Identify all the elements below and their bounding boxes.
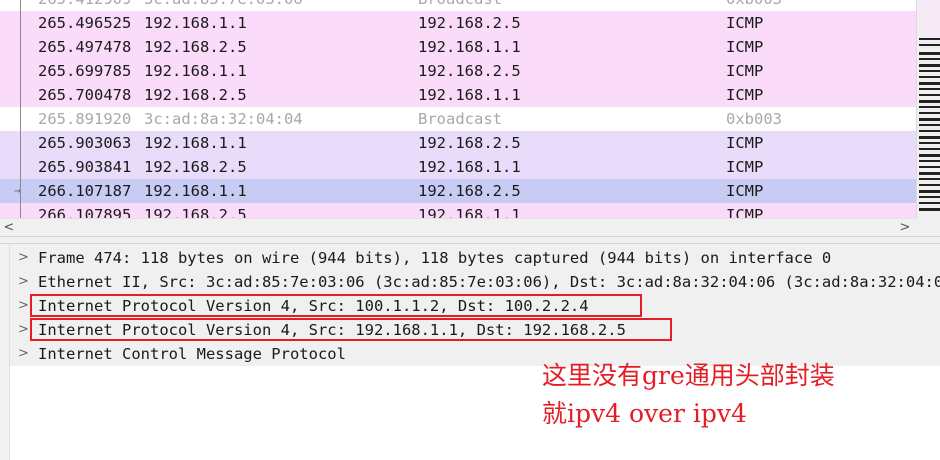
packet-destination-cell: Broadcast (418, 0, 502, 11)
packet-details-pane[interactable]: > Frame 474: 118 bytes on wire (944 bits… (0, 244, 940, 460)
packet-protocol-cell: 0xb003 (726, 0, 782, 11)
detail-row-label: Internet Control Message Protocol (38, 345, 346, 363)
packet-row[interactable]: 265.891920 3c:ad:8a:32:04:04 Broadcast 0xb0… (0, 107, 916, 131)
conversation-tree-line (20, 0, 21, 218)
packet-destination-cell: 192.168.1.1 (418, 38, 521, 56)
packet-source-cell: 192.168.2.5 (144, 38, 247, 56)
packet-time-cell: 265.903841 (38, 158, 132, 176)
pane-splitter[interactable] (0, 236, 940, 244)
packet-destination-cell: 192.168.2.5 (418, 182, 521, 200)
packet-row[interactable]: 265.700478 192.168.2.5 192.168.1.1 ICMP (0, 83, 916, 107)
packet-time-cell: 266.107895 (38, 206, 132, 218)
packet-time-cell: 265.412909 (38, 0, 131, 11)
detail-row-ipv4-outer[interactable]: > Internet Protocol Version 4, Src: 100.… (10, 294, 940, 318)
packet-source-cell: 192.168.2.5 (144, 86, 247, 104)
packet-protocol-cell: ICMP (726, 86, 764, 104)
packet-row[interactable]: 265.412909 3c:ad:85:7e:03:06 Broadcast 0xb0… (0, 0, 916, 11)
expand-chevron-icon[interactable]: > (18, 294, 29, 318)
packet-time-cell: 265.903063 (38, 134, 132, 152)
expand-chevron-icon[interactable]: > (18, 342, 29, 366)
packet-source-cell: 192.168.1.1 (144, 134, 247, 152)
packet-destination-cell: 192.168.1.1 (418, 86, 521, 104)
annotation-line-2: 就ipv4 over ipv4 (542, 399, 747, 428)
expand-chevron-icon[interactable]: > (18, 270, 29, 294)
annotation-line-1: 这里没有gre通用头部封装 (542, 361, 835, 390)
detail-row-label: Ethernet II, Src: 3c:ad:85:7e:03:06 (3c:… (38, 273, 940, 291)
packet-list-horizontal-scrollbar[interactable]: < > (0, 218, 916, 236)
packet-source-cell: 3c:ad:8a:32:04:04 (144, 110, 303, 128)
expand-chevron-icon[interactable]: > (18, 246, 29, 270)
packet-protocol-cell: ICMP (726, 134, 764, 152)
detail-row-ethernet[interactable]: > Ethernet II, Src: 3c:ad:85:7e:03:06 (3… (10, 270, 940, 294)
packet-row[interactable]: 265.699785 192.168.1.1 192.168.2.5 ICMP (0, 59, 916, 83)
scroll-right-icon[interactable]: > (896, 219, 914, 237)
packet-source-cell: 192.168.2.5 (144, 158, 247, 176)
packet-row[interactable]: 265.496525 192.168.1.1 192.168.2.5 ICMP (0, 11, 916, 35)
detail-row-frame[interactable]: > Frame 474: 118 bytes on wire (944 bits… (10, 246, 940, 270)
packet-time-cell: 265.891920 (38, 110, 132, 128)
packet-protocol-cell: ICMP (726, 206, 764, 218)
packet-destination-cell: 192.168.1.1 (418, 158, 521, 176)
packet-protocol-cell: ICMP (726, 14, 764, 32)
packet-row-selected[interactable]: 266.107187 192.168.1.1 192.168.2.5 ICMP → (0, 179, 916, 203)
packet-protocol-cell: ICMP (726, 182, 764, 200)
packet-source-cell: 192.168.1.1 (144, 14, 247, 32)
scroll-left-icon[interactable]: < (0, 219, 18, 237)
packet-destination-cell: 192.168.2.5 (418, 134, 521, 152)
packet-list[interactable]: 265.412909 3c:ad:85:7e:03:06 Broadcast 0xb0… (0, 0, 916, 218)
packet-row[interactable]: 265.903841 192.168.2.5 192.168.1.1 ICMP (0, 155, 916, 179)
packet-list-vertical-scrollbar[interactable] (916, 0, 940, 218)
packet-row[interactable]: 266.107895 192.168.2.5 192.168.1.1 ICMP (0, 203, 916, 218)
packet-destination-cell: 192.168.2.5 (418, 14, 521, 32)
packet-destination-cell: 192.168.2.5 (418, 62, 521, 80)
detail-row-ipv4-inner[interactable]: > Internet Protocol Version 4, Src: 192.… (10, 318, 940, 342)
packet-destination-cell: 192.168.1.1 (418, 206, 521, 218)
detail-row-label: Frame 474: 118 bytes on wire (944 bits),… (38, 249, 832, 267)
packet-row[interactable]: 265.903063 192.168.1.1 192.168.2.5 ICMP (0, 131, 916, 155)
packet-time-cell: 265.496525 (38, 14, 132, 32)
packet-time-cell: 265.700478 (38, 86, 132, 104)
packet-protocol-cell: ICMP (726, 62, 764, 80)
expand-chevron-icon[interactable]: > (18, 318, 29, 342)
detail-row-label: Internet Protocol Version 4, Src: 192.16… (38, 321, 626, 339)
packet-source-cell: 192.168.2.5 (144, 206, 247, 218)
packet-protocol-cell: ICMP (726, 38, 764, 56)
packet-time-cell: 265.497478 (38, 38, 132, 56)
packet-time-cell: 266.107187 (38, 182, 132, 200)
packet-source-cell: 192.168.1.1 (144, 182, 247, 200)
packet-time-cell: 265.699785 (38, 62, 132, 80)
scrollbar-corner (916, 218, 940, 236)
packet-protocol-cell: ICMP (726, 158, 764, 176)
packet-row[interactable]: 265.497478 192.168.2.5 192.168.1.1 ICMP (0, 35, 916, 59)
packet-source-cell: 192.168.1.1 (144, 62, 247, 80)
packet-destination-cell: Broadcast (418, 110, 502, 128)
detail-row-label: Internet Protocol Version 4, Src: 100.1.… (38, 297, 589, 315)
packet-protocol-cell: 0xb003 (726, 110, 782, 128)
details-gutter (0, 244, 10, 460)
packet-source-cell: 3c:ad:85:7e:03:06 (144, 0, 303, 11)
